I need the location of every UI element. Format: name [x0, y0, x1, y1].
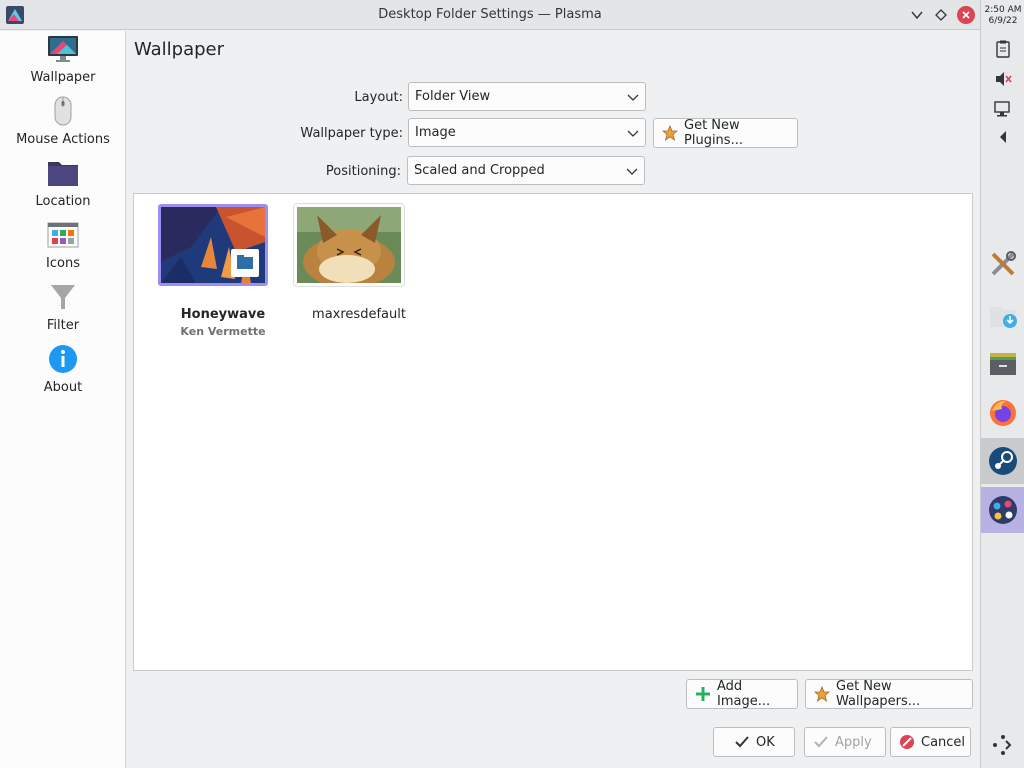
star-icon	[662, 125, 678, 141]
task-archive[interactable]	[981, 340, 1024, 386]
game-launcher-icon	[989, 496, 1017, 524]
get-new-plugins-label: Get New Plugins...	[684, 118, 743, 148]
maximize-button[interactable]	[930, 4, 952, 26]
get-new-wallpapers-label: Get New Wallpapers...	[836, 679, 921, 709]
close-icon	[957, 6, 975, 24]
add-image-label: Add Image...	[717, 679, 771, 709]
expand-arrow-icon[interactable]	[993, 127, 1013, 147]
chevron-down-icon	[911, 11, 923, 20]
minimize-button[interactable]	[906, 4, 928, 26]
sidebar-item-label: Wallpaper	[30, 70, 96, 85]
info-icon	[49, 345, 77, 373]
apply-label: Apply	[835, 734, 872, 750]
sidebar-item-label: Icons	[46, 256, 80, 271]
plasma-panel: 2:50 AM 6/9/22	[980, 0, 1024, 768]
display-icon[interactable]	[993, 99, 1013, 119]
app-launcher-icon[interactable]	[991, 733, 1015, 757]
sidebar-item-about[interactable]: About	[0, 341, 126, 403]
window-title: Desktop Folder Settings — Plasma	[378, 7, 602, 22]
filter-icon	[51, 285, 75, 309]
get-new-wallpapers-button[interactable]: Get New Wallpapers...	[805, 679, 973, 709]
sidebar-item-icons[interactable]: Icons	[0, 217, 126, 279]
clock-time: 2:50 AM	[984, 5, 1022, 15]
checkmark-icon	[814, 736, 828, 748]
close-button[interactable]	[955, 4, 977, 26]
sidebar-item-location[interactable]: Location	[0, 155, 126, 217]
system-tools-icon	[991, 251, 1016, 276]
archive-icon	[990, 353, 1016, 375]
title-bar: Desktop Folder Settings — Plasma	[0, 0, 980, 30]
cancel-button[interactable]: Cancel	[890, 727, 971, 757]
star-icon	[814, 686, 830, 702]
layout-value: Folder View	[415, 89, 491, 104]
cancel-icon	[900, 735, 914, 749]
clock-date: 6/9/22	[988, 16, 1018, 26]
plus-icon	[696, 687, 710, 701]
sidebar-item-filter[interactable]: Filter	[0, 279, 126, 341]
monitor-icon	[48, 36, 78, 62]
chevron-down-icon	[626, 168, 638, 175]
steam-icon	[989, 447, 1017, 475]
wallpaper-item-maxresdefault[interactable]: maxresdefault	[294, 204, 424, 334]
wallpaper-thumbnail	[294, 204, 404, 286]
wallpaper-thumbnail	[158, 204, 268, 286]
add-image-button[interactable]: Add Image...	[686, 679, 798, 709]
sidebar-item-label: Filter	[46, 318, 80, 333]
wallpaper-type-label: Wallpaper type:	[300, 126, 403, 141]
wallpaper-item-honeywave[interactable]: Honeywave Ken Vermette	[158, 204, 288, 338]
digital-clock[interactable]: 2:50 AM 6/9/22	[981, 5, 1024, 27]
checkmark-icon	[735, 736, 749, 748]
sidebar-item-label: Mouse Actions	[16, 132, 110, 147]
settings-main: Wallpaper Layout: Folder View Wallpaper …	[127, 31, 979, 768]
volume-muted-icon[interactable]	[993, 69, 1013, 89]
ok-button[interactable]: OK	[713, 727, 795, 757]
icons-grid-icon	[47, 222, 79, 248]
folder-icon	[48, 162, 78, 186]
clipboard-icon[interactable]	[993, 39, 1013, 59]
cancel-label: Cancel	[921, 734, 966, 750]
ok-label: OK	[756, 734, 775, 750]
sidebar-item-wallpaper[interactable]: Wallpaper	[0, 31, 126, 93]
sidebar-item-mouse-actions[interactable]: Mouse Actions	[0, 93, 126, 155]
sidebar-item-label: Location	[35, 194, 91, 209]
chevron-down-icon	[627, 130, 639, 137]
positioning-value: Scaled and Cropped	[414, 163, 545, 178]
layout-label: Layout:	[354, 90, 403, 105]
diamond-icon	[935, 9, 947, 21]
maxresdefault-image	[297, 207, 401, 283]
sidebar-item-label: About	[43, 380, 83, 395]
honeywave-image	[161, 207, 265, 283]
layout-combo[interactable]: Folder View	[408, 82, 646, 111]
positioning-label: Positioning:	[325, 164, 401, 179]
task-game-launcher[interactable]	[981, 487, 1024, 533]
page-title: Wallpaper	[134, 39, 225, 60]
task-steam[interactable]	[981, 438, 1024, 484]
wallpaper-author: Ken Vermette	[180, 325, 266, 338]
category-sidebar: Wallpaper Mouse Actions Location Icons F…	[0, 31, 126, 768]
downloads-icon	[990, 307, 1017, 328]
get-new-plugins-button[interactable]: Get New Plugins...	[653, 118, 798, 148]
chevron-down-icon	[627, 94, 639, 101]
wallpaper-type-combo[interactable]: Image	[408, 118, 646, 147]
wallpaper-name: maxresdefault	[312, 307, 406, 322]
task-firefox[interactable]	[981, 390, 1024, 436]
firefox-icon	[990, 400, 1016, 426]
wallpaper-type-value: Image	[415, 125, 456, 140]
apply-button[interactable]: Apply	[804, 727, 886, 757]
task-system-tools[interactable]	[981, 241, 1024, 287]
positioning-combo[interactable]: Scaled and Cropped	[407, 156, 645, 185]
wallpaper-grid: Honeywave Ken Vermette maxresdefault	[133, 193, 973, 671]
mouse-icon	[54, 96, 72, 126]
task-downloads[interactable]	[981, 292, 1024, 338]
